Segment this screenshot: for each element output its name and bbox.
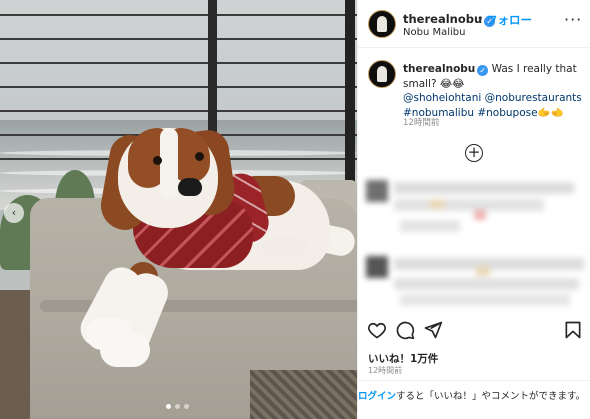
railing-cable bbox=[0, 62, 357, 64]
caption-avatar[interactable] bbox=[368, 60, 396, 88]
carousel-dots bbox=[166, 404, 189, 409]
username-text[interactable]: therealnobu bbox=[403, 12, 482, 26]
carousel-dot[interactable] bbox=[175, 404, 180, 409]
dog-back-paw bbox=[262, 238, 307, 256]
login-link[interactable]: ログイン bbox=[358, 391, 396, 402]
mention-link[interactable]: @shoheiohtani bbox=[403, 92, 481, 104]
follow-button[interactable]: フォロー bbox=[486, 12, 532, 28]
blurred-comment bbox=[358, 248, 590, 313]
railing-cable bbox=[0, 38, 357, 40]
hashtag-link[interactable]: #nobupose bbox=[477, 107, 537, 119]
comment-icon[interactable] bbox=[395, 320, 415, 340]
railing-post bbox=[345, 0, 355, 190]
post-photo[interactable]: ‹ bbox=[0, 0, 357, 419]
location-link[interactable]: Nobu Malibu bbox=[403, 27, 465, 38]
likes-count[interactable]: いいね！1万件 bbox=[368, 351, 438, 366]
post-timestamp[interactable]: 12時間前 bbox=[368, 365, 402, 376]
carousel-dot[interactable] bbox=[184, 404, 189, 409]
railing-cable bbox=[0, 110, 357, 112]
action-bar bbox=[358, 318, 590, 344]
post-header: therealnobu ✓ • フォロー Nobu Malibu ··· bbox=[358, 0, 590, 48]
dog-blaze bbox=[160, 128, 178, 198]
caption: therealnobu ✓ Was I really that small? 😂😂… bbox=[403, 62, 588, 120]
carousel-prev-icon[interactable]: ‹ bbox=[4, 203, 24, 223]
railing-cable bbox=[0, 86, 357, 88]
wicker-base bbox=[250, 370, 357, 419]
verified-badge-icon: ✓ bbox=[477, 65, 489, 76]
railing-cable bbox=[0, 14, 357, 16]
login-prompt-text: すると「いいね！」やコメントができます。 bbox=[396, 391, 586, 402]
dog-eye bbox=[153, 156, 162, 165]
dog-eye bbox=[195, 152, 204, 161]
send-icon[interactable] bbox=[423, 320, 443, 340]
mention-link[interactable]: @noburestaurants bbox=[485, 92, 582, 104]
caption-username[interactable]: therealnobu bbox=[403, 63, 475, 75]
carousel-dot-active[interactable] bbox=[166, 404, 171, 409]
plus-circle-icon[interactable]: + bbox=[465, 144, 483, 162]
blurred-comment bbox=[358, 172, 590, 242]
heart-icon[interactable] bbox=[367, 320, 387, 340]
login-prompt: ログインすると「いいね！」やコメントができます。 bbox=[358, 380, 590, 419]
dog-paw bbox=[100, 333, 150, 367]
avatar[interactable] bbox=[368, 10, 396, 38]
dog-nose bbox=[178, 178, 202, 196]
post-side-panel: therealnobu ✓ • フォロー Nobu Malibu ··· ther… bbox=[357, 0, 590, 419]
more-options-icon[interactable]: ··· bbox=[564, 10, 582, 29]
caption-time: 12時間前 bbox=[403, 118, 440, 128]
bookmark-icon[interactable] bbox=[563, 320, 583, 340]
caption-emoji: 🫱🫲 bbox=[537, 106, 564, 119]
separator-dot: • bbox=[477, 12, 484, 25]
